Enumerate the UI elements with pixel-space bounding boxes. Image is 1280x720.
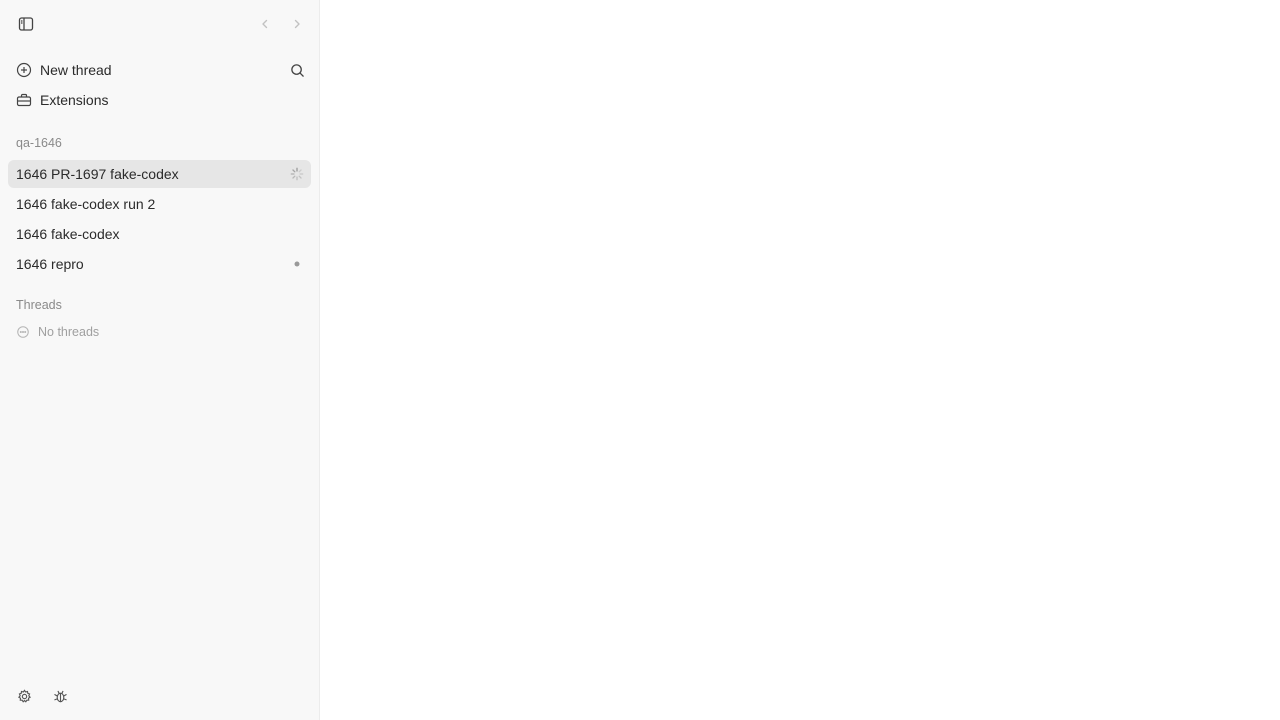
loading-spinner-icon [289, 166, 305, 182]
app-window: New thread Extensions qa-1646 1646 PR-16… [0, 0, 1280, 720]
thread-item[interactable]: 1646 repro [8, 250, 311, 278]
thread-item-active[interactable]: 1646 PR-1697 fake-codex [8, 160, 311, 188]
bug-icon[interactable] [48, 684, 72, 708]
main-content-area [320, 0, 1280, 720]
no-threads-row: No threads [16, 324, 99, 340]
chat-bubble-icon [16, 325, 30, 339]
threads-section-label: Threads [16, 298, 62, 312]
thread-label: 1646 PR-1697 fake-codex [16, 166, 179, 182]
thread-label: 1646 repro [16, 256, 84, 272]
sidebar: New thread Extensions qa-1646 1646 PR-16… [0, 0, 320, 720]
thread-item[interactable]: 1646 fake-codex run 2 [8, 190, 311, 218]
sidebar-toggle-icon[interactable] [14, 12, 38, 36]
chevron-left-icon[interactable] [253, 12, 277, 36]
unread-dot [289, 256, 305, 272]
no-threads-label: No threads [38, 325, 100, 339]
toolbox-icon [16, 92, 32, 108]
new-thread-label: New thread [40, 62, 112, 78]
extensions-button[interactable]: Extensions [8, 86, 311, 114]
sidebar-topbar [0, 0, 319, 48]
project-label: qa-1646 [16, 136, 62, 150]
thread-item[interactable]: 1646 fake-codex [8, 220, 311, 248]
extensions-label: Extensions [40, 92, 109, 108]
new-thread-button[interactable]: New thread [8, 56, 311, 84]
chevron-right-icon[interactable] [285, 12, 309, 36]
thread-label: 1646 fake-codex [16, 226, 120, 242]
plus-circle-icon [16, 62, 32, 78]
gear-icon[interactable] [12, 684, 36, 708]
thread-label: 1646 fake-codex run 2 [16, 196, 156, 212]
search-icon[interactable] [285, 58, 309, 82]
